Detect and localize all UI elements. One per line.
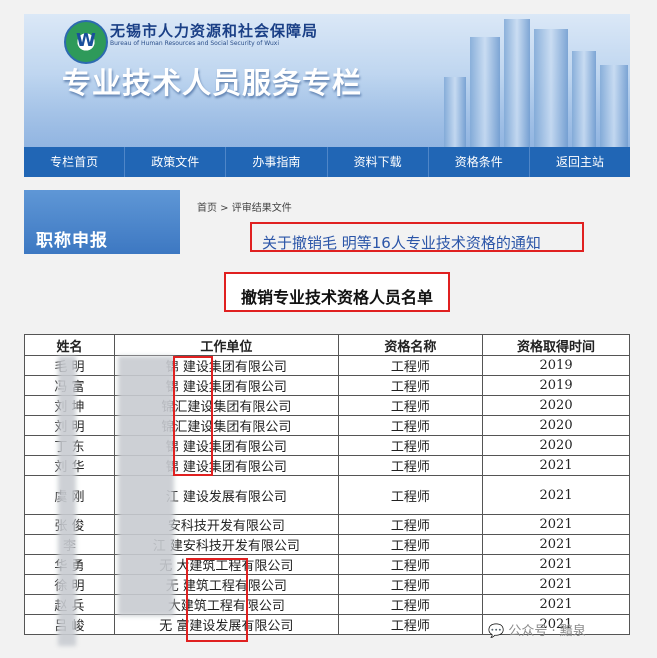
table-row: 张 俊 安科技开发有限公司 工程师 2021 xyxy=(24,514,630,535)
org-name-en: Bureau of Human Resources and Social Sec… xyxy=(110,40,279,47)
table-row: 刘 明 锦汇建设集团有限公司 工程师 2020 xyxy=(24,415,630,436)
banner-title: 专业技术人员服务专栏 xyxy=(62,66,363,100)
table-row: 华 勇 无 大建筑工程有限公司 工程师 2021 xyxy=(24,554,630,575)
building-graphic xyxy=(572,51,596,147)
sidebar-title-box: 职称申报 xyxy=(24,190,180,254)
table-row: 冯 富 锦 建设集团有限公司 工程师 2019 xyxy=(24,375,630,396)
cell-year: 2021 xyxy=(482,514,630,535)
cell-qualification: 工程师 xyxy=(337,554,484,575)
nav-item-guide[interactable]: 办事指南 xyxy=(226,147,328,177)
cell-qualification: 工程师 xyxy=(337,435,484,456)
cell-qualification: 工程师 xyxy=(337,534,484,555)
redaction-mask xyxy=(58,356,76,646)
sidebar-title: 职称申报 xyxy=(36,231,108,251)
revoked-personnel-table: 姓名 工作单位 资格名称 资格取得时间 毛 明 锦 建设集团有限公司 工程师 2… xyxy=(24,334,630,635)
cell-qualification: 工程师 xyxy=(337,395,484,416)
building-graphic xyxy=(444,77,466,147)
table-row: 虞 刚 江 建设发展有限公司 工程师 2021 xyxy=(24,475,630,515)
redaction-mask xyxy=(118,356,174,616)
table-row: 丁 东 锦 建设集团有限公司 工程师 2020 xyxy=(24,435,630,456)
highlight-box xyxy=(186,558,248,642)
cell-year: 2019 xyxy=(482,355,630,376)
cell-qualification: 工程师 xyxy=(337,475,484,515)
bureau-logo-icon: W xyxy=(64,20,108,64)
list-title: 撤销专业技术资格人员名单 xyxy=(240,288,433,307)
nav-item-qualifications[interactable]: 资格条件 xyxy=(429,147,530,177)
cell-qualification: 工程师 xyxy=(337,455,484,476)
nav-item-return-main[interactable]: 返回主站 xyxy=(530,147,630,177)
header-year: 资格取得时间 xyxy=(482,334,630,356)
list-title-box: 撤销专业技术资格人员名单 xyxy=(224,272,450,312)
cell-qualification: 工程师 xyxy=(337,614,484,635)
cell-year: 2020 xyxy=(482,415,630,436)
cell-year: 2021 xyxy=(482,594,630,615)
cell-qualification: 工程师 xyxy=(337,574,484,595)
cell-year: 2020 xyxy=(482,435,630,456)
header-name: 姓名 xyxy=(24,334,115,356)
cell-qualification: 工程师 xyxy=(337,375,484,396)
nav-item-policy[interactable]: 政策文件 xyxy=(125,147,227,177)
table-header-row: 姓名 工作单位 资格名称 资格取得时间 xyxy=(24,334,630,356)
building-graphic xyxy=(534,29,568,147)
breadcrumb[interactable]: 首页 > 评审结果文件 xyxy=(197,199,292,214)
highlight-box xyxy=(173,356,213,476)
cell-qualification: 工程师 xyxy=(337,355,484,376)
cell-year: 2021 xyxy=(482,574,630,595)
header-unit: 工作单位 xyxy=(113,334,339,356)
cell-year: 2021 xyxy=(482,455,630,476)
nav-item-downloads[interactable]: 资料下载 xyxy=(328,147,429,177)
table-row: 刘 华 锦 建设集团有限公司 工程师 2021 xyxy=(24,455,630,476)
watermark: 💬 公众号 · 黯泉 xyxy=(488,620,586,639)
table-row: 徐 明 无 建筑工程有限公司 工程师 2021 xyxy=(24,574,630,595)
main-nav: 专栏首页 政策文件 办事指南 资料下载 资格条件 返回主站 xyxy=(24,147,630,177)
cell-qualification: 工程师 xyxy=(337,514,484,535)
table-row: 李 江 建安科技开发有限公司 工程师 2021 xyxy=(24,534,630,555)
table-row: 刘 坤 锦汇建设集团有限公司 工程师 2020 xyxy=(24,395,630,416)
cell-year: 2019 xyxy=(482,375,630,396)
cell-year: 2021 xyxy=(482,554,630,575)
cell-qualification: 工程师 xyxy=(337,594,484,615)
notice-title[interactable]: 关于撤销毛 明等16人专业技术资格的通知 xyxy=(262,232,541,250)
wechat-icon: 💬 xyxy=(488,624,505,639)
cell-year: 2021 xyxy=(482,475,630,515)
cell-year: 2021 xyxy=(482,534,630,555)
org-name-cn: 无锡市人力资源和社会保障局 xyxy=(110,22,319,40)
nav-item-home[interactable]: 专栏首页 xyxy=(24,147,126,177)
header-qualification: 资格名称 xyxy=(337,334,484,356)
building-graphic xyxy=(600,65,628,147)
cell-qualification: 工程师 xyxy=(337,415,484,436)
header-banner: W 无锡市人力资源和社会保障局 Bureau of Human Resource… xyxy=(24,14,630,147)
notice-title-box[interactable]: 关于撤销毛 明等16人专业技术资格的通知 xyxy=(250,222,584,252)
building-graphic xyxy=(504,19,530,147)
building-graphic xyxy=(470,37,500,147)
table-row: 毛 明 锦 建设集团有限公司 工程师 2019 xyxy=(24,355,630,376)
table-row: 赵 兵 大建筑工程有限公司 工程师 2021 xyxy=(24,594,630,615)
watermark-text: 公众号 · 黯泉 xyxy=(508,624,586,639)
cell-year: 2020 xyxy=(482,395,630,416)
